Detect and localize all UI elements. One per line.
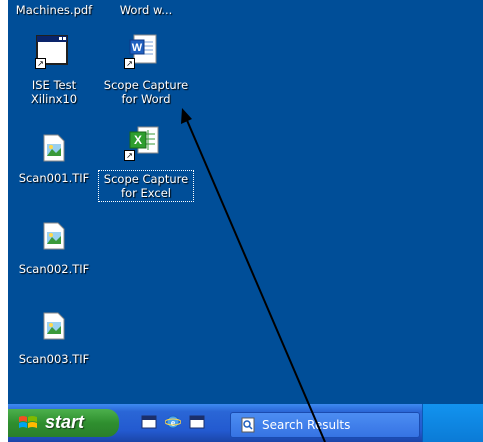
annotation-arrow xyxy=(181,108,326,442)
